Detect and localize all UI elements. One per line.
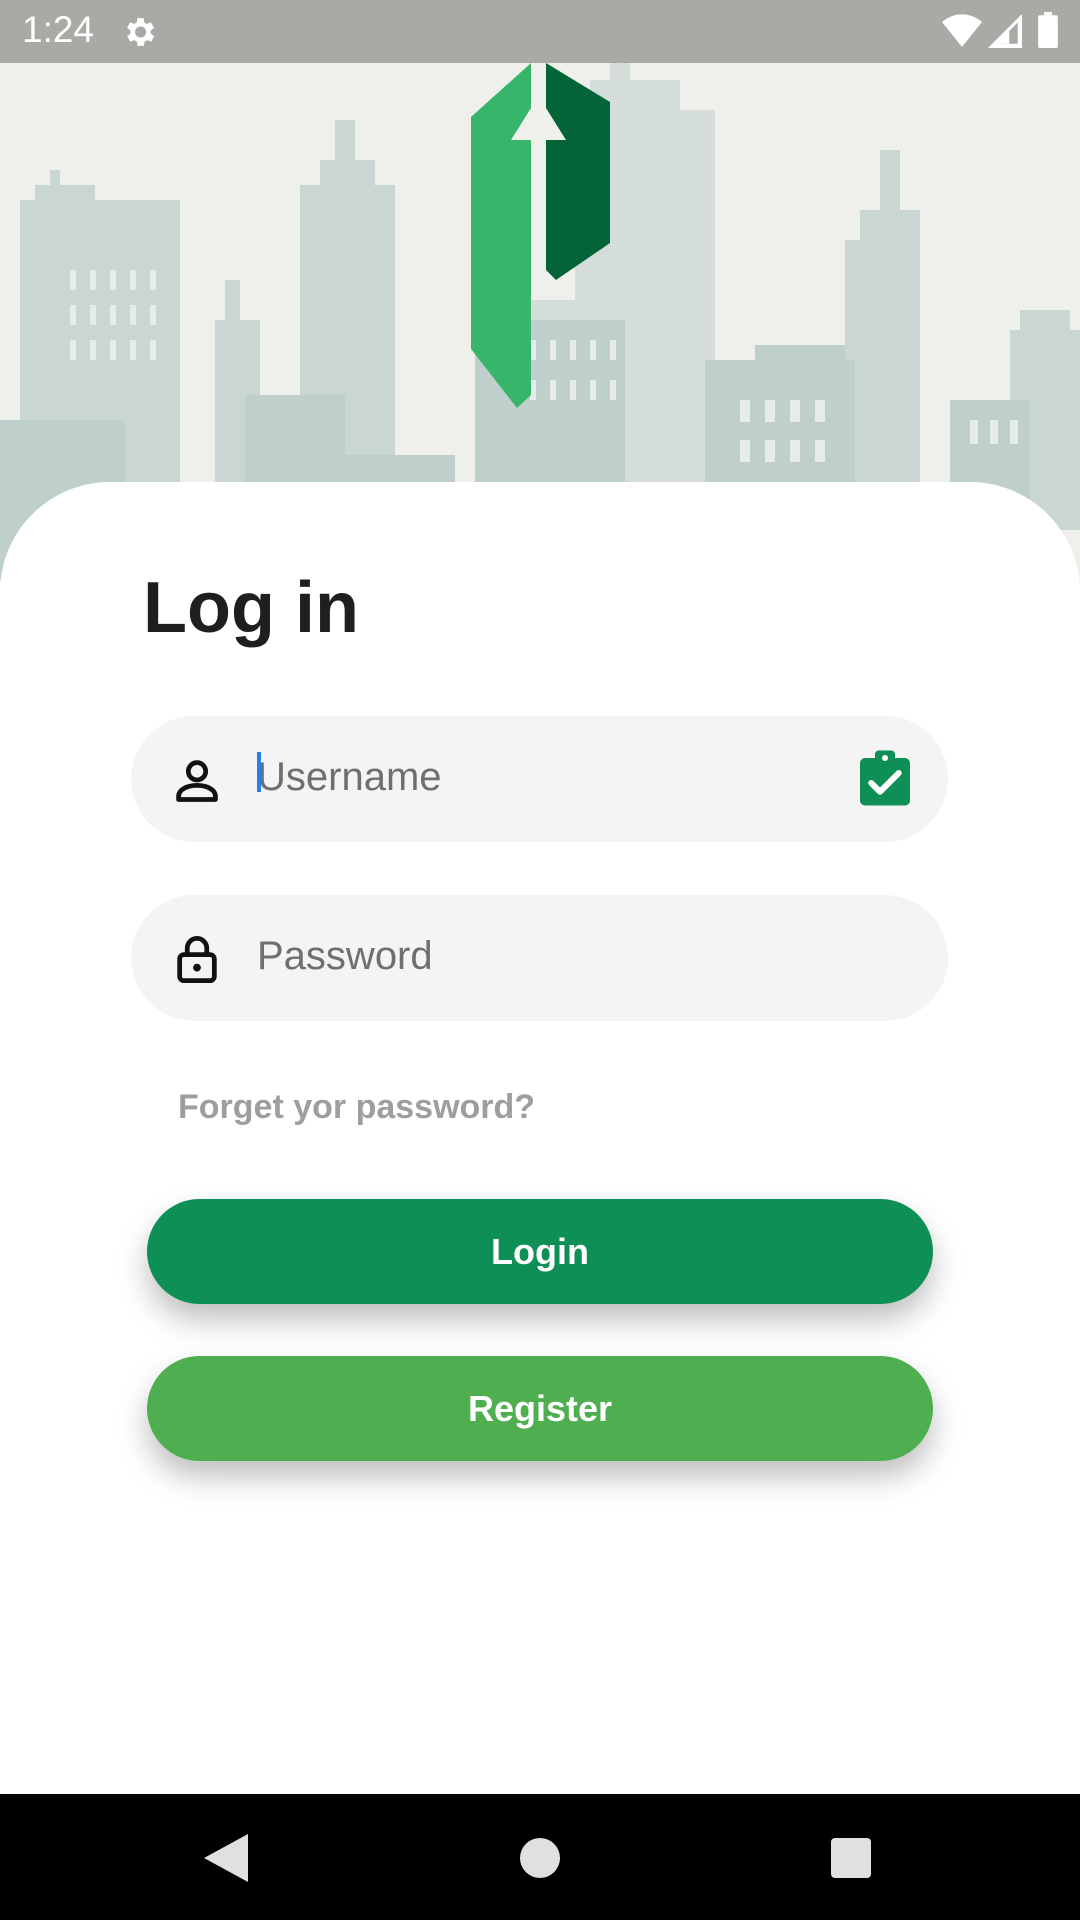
home-icon[interactable]: [520, 1838, 560, 1878]
person-icon: [176, 760, 218, 802]
login-button[interactable]: Login: [147, 1199, 933, 1304]
navigation-bar: [0, 1794, 1080, 1920]
username-input[interactable]: [257, 744, 817, 810]
status-time: 1:24: [22, 9, 95, 50]
text-caret: [257, 752, 261, 792]
login-screen: 1:24 Log in Username Forget yor password…: [0, 0, 1080, 1920]
recents-icon[interactable]: [831, 1838, 871, 1878]
forgot-password-link[interactable]: Forget yor password?: [178, 1088, 535, 1127]
status-bar: 1:24: [0, 0, 1080, 63]
page-title: Log in: [143, 568, 359, 648]
clipboard-check-icon[interactable]: [860, 750, 910, 806]
register-button[interactable]: Register: [147, 1356, 933, 1461]
password-field[interactable]: [131, 895, 948, 1021]
battery-icon: [1038, 12, 1058, 48]
username-field[interactable]: [131, 716, 948, 842]
wifi-icon: [942, 14, 982, 47]
password-input[interactable]: [257, 923, 817, 989]
back-icon[interactable]: [204, 1834, 248, 1882]
lock-icon: [177, 936, 217, 984]
cell-signal-icon: [988, 14, 1022, 48]
gear-icon: [126, 18, 155, 46]
login-card: Log in Forget yor password?: [0, 482, 1080, 1794]
